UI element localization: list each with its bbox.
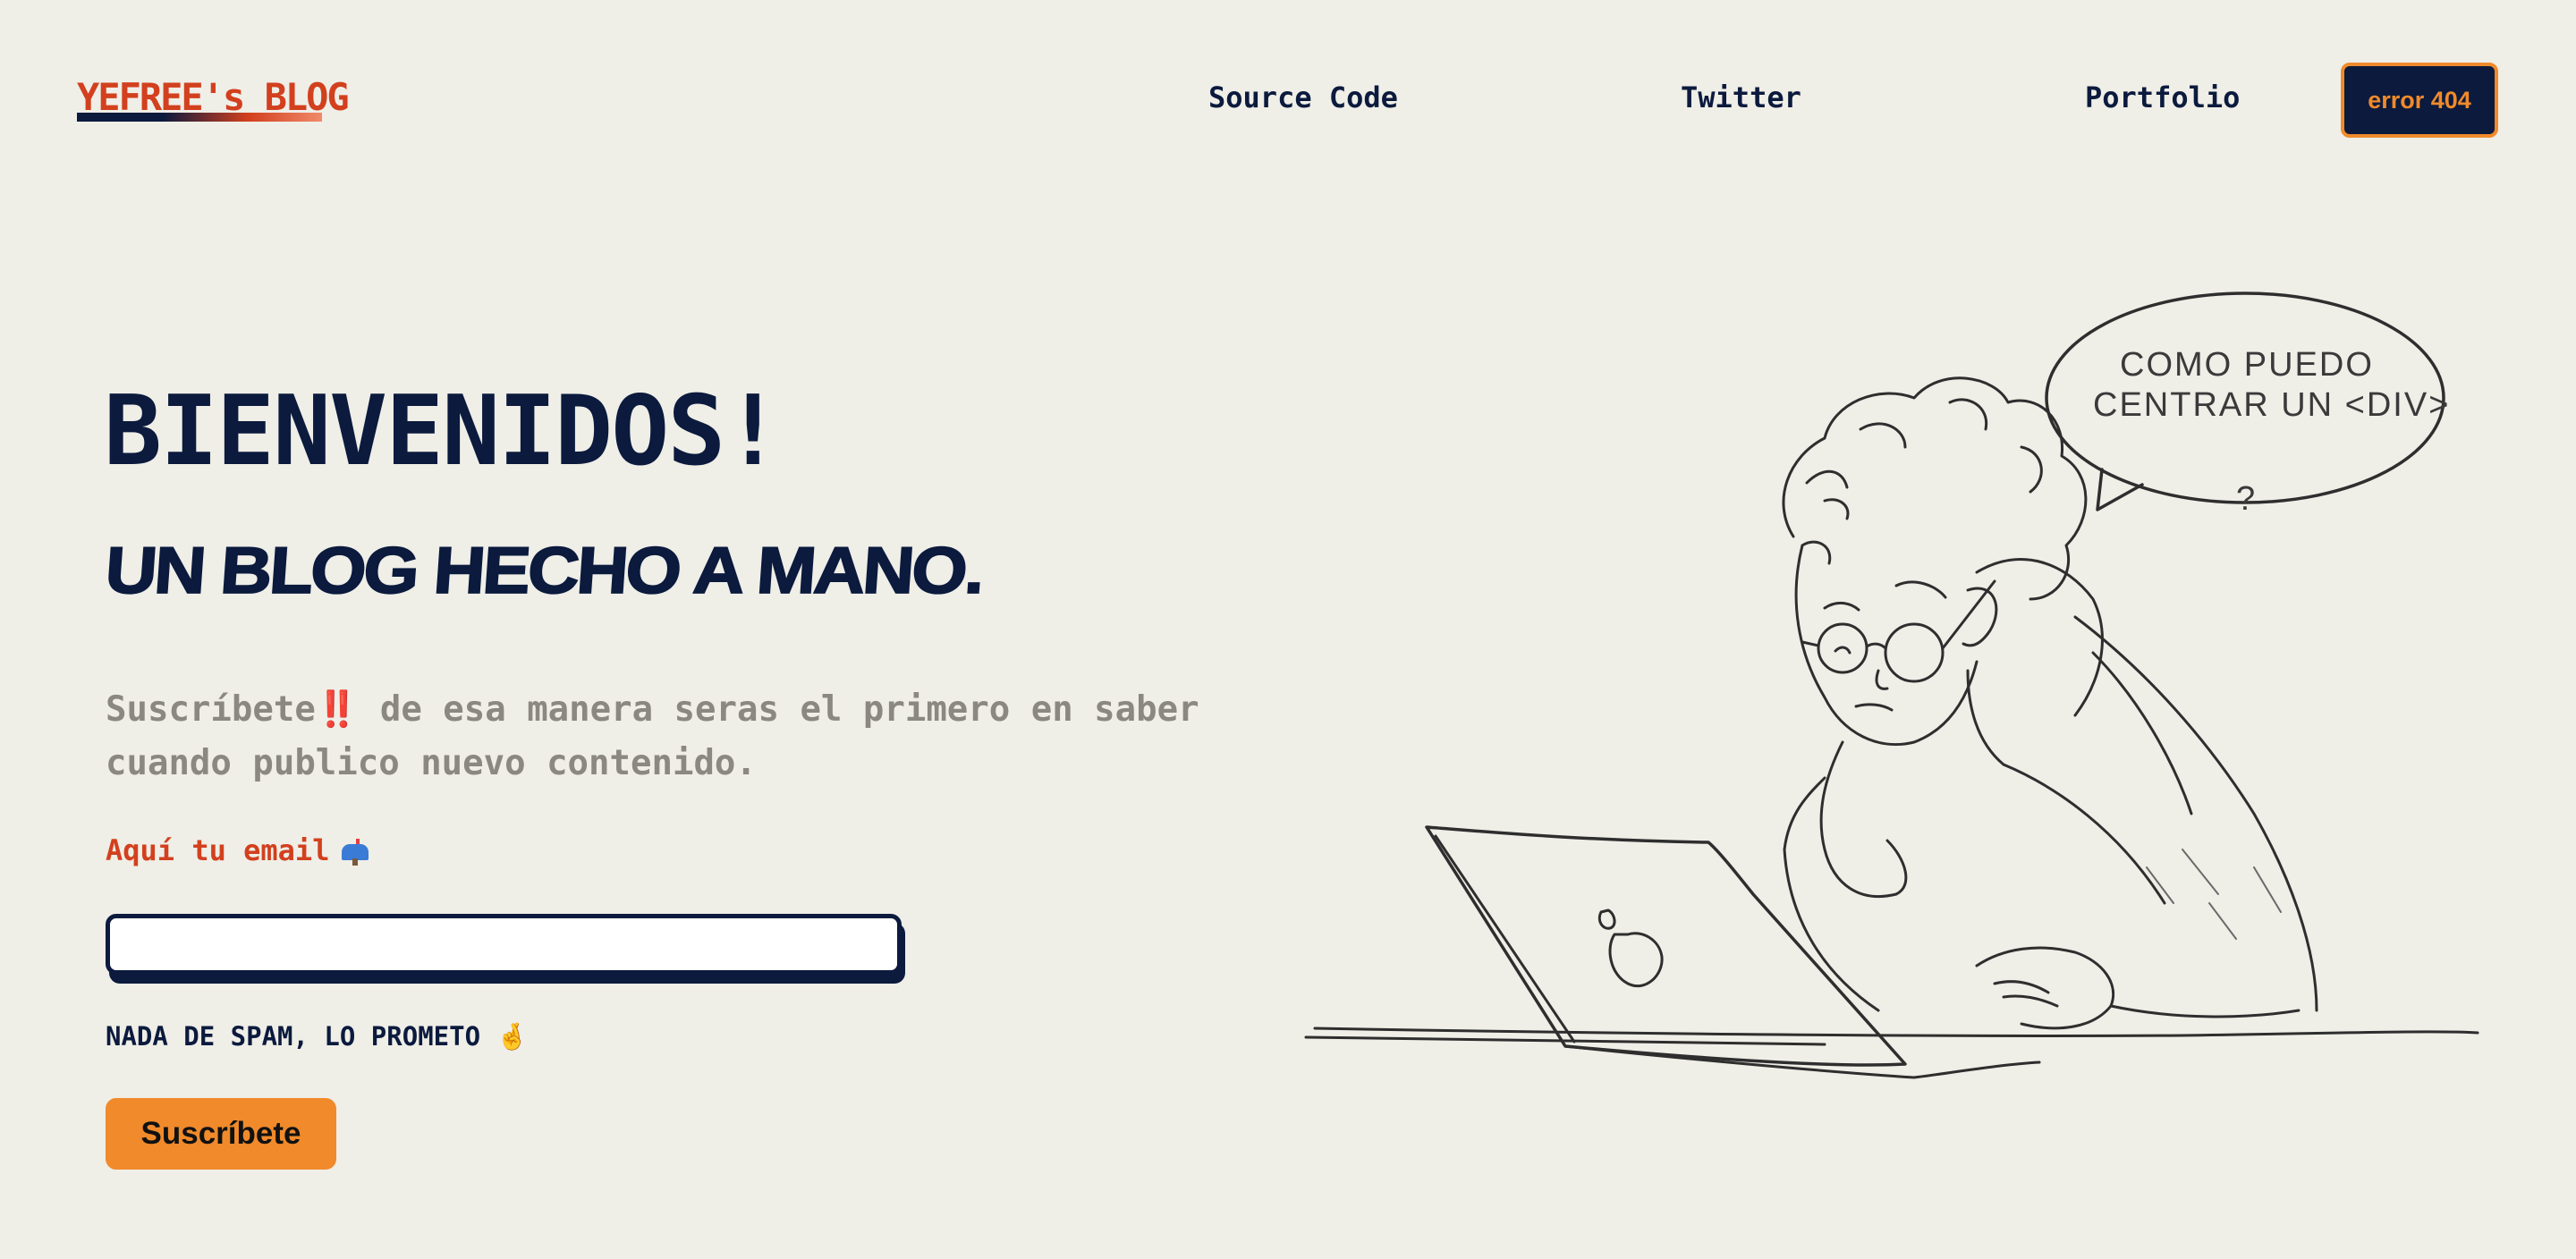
hero-subtitle: UN BLOG HECHO A MANO. — [102, 533, 986, 608]
logo-underline-decoration — [77, 113, 322, 122]
developer-laptop-illustration: COMO PUEDO CENTRAR UN <DIV> ? — [1304, 292, 2479, 1079]
speech-bubble-line2: CENTRAR UN <DIV> — [2093, 386, 2450, 424]
error-404-button[interactable]: error 404 — [2341, 63, 2498, 138]
nav-link-twitter[interactable]: Twitter — [1681, 80, 1801, 114]
page: YEFREE's BLOG Source Code Twitter Portfo… — [0, 0, 2576, 1259]
nav-link-source-code[interactable]: Source Code — [1208, 80, 1398, 114]
mailbox-icon — [342, 839, 369, 866]
speech-bubble-line1: COMO PUEDO — [2120, 346, 2374, 384]
email-label: Aquí tu email — [106, 833, 369, 867]
subscribe-button[interactable]: Suscríbete — [106, 1098, 336, 1170]
hero-description: Suscríbete‼️ de esa manera seras el prim… — [106, 689, 1199, 783]
no-spam-note: NADA DE SPAM, LO PROMETO 🤞 — [106, 1021, 529, 1052]
nav-link-portfolio[interactable]: Portfolio — [2085, 80, 2240, 114]
hero-title: BIENVENIDOS! — [104, 376, 782, 487]
speech-bubble-question-mark: ? — [2236, 480, 2257, 518]
email-label-text: Aquí tu email — [106, 833, 330, 867]
email-input[interactable] — [106, 914, 902, 975]
